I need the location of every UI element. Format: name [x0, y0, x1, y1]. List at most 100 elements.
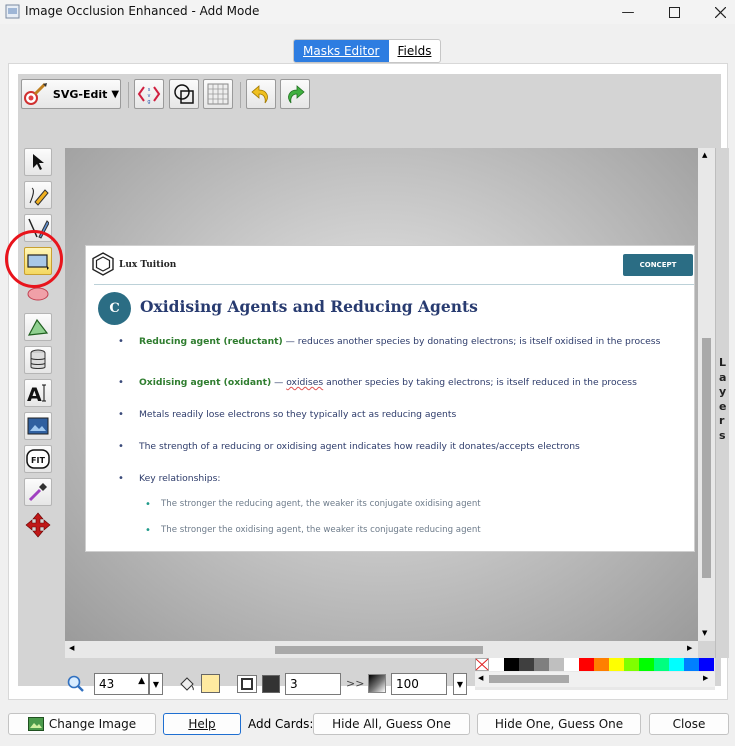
undo-button[interactable] [246, 79, 276, 109]
app-icon [5, 4, 20, 19]
freehand-tool[interactable] [24, 181, 52, 209]
no-color-icon[interactable] [475, 658, 489, 671]
pan-tool[interactable] [24, 511, 52, 539]
chevron-down-icon: ▼ [456, 679, 464, 689]
zoom-value: 43 [99, 677, 115, 691]
source-button[interactable]: s v g [134, 79, 164, 109]
palette-swatch[interactable] [579, 658, 594, 671]
double-chevron-icon[interactable]: >> [346, 677, 364, 690]
palette-scrollbar[interactable]: ◀ ▶ [475, 672, 715, 687]
palette-swatch[interactable] [624, 658, 639, 671]
redo-button[interactable] [280, 79, 310, 109]
arrow-cursor-icon [33, 154, 44, 170]
vertical-scrollbar[interactable]: ▲ ▼ [698, 148, 715, 641]
svg-edit-menu-button[interactable]: SVG-Edit ▼ [21, 79, 121, 109]
palette-swatch[interactable] [684, 658, 699, 671]
zoom-icon [67, 675, 84, 692]
change-image-button[interactable]: Change Image [8, 713, 156, 735]
palette-swatch[interactable] [504, 658, 519, 671]
help-button[interactable]: Help [163, 713, 241, 735]
path-tool[interactable] [24, 313, 52, 341]
close-button[interactable]: Close [649, 713, 729, 735]
horizontal-scrollbar[interactable]: ◀ ▶ [65, 641, 698, 658]
scroll-down-icon[interactable]: ▼ [702, 629, 707, 637]
toolbar-divider [128, 82, 129, 108]
list-item: The strength of a reducing or oxidising … [118, 440, 684, 454]
close-label: Close [672, 717, 706, 731]
chevron-down-icon: ▼ [152, 679, 160, 689]
tab-label: Masks Editor [303, 44, 380, 58]
scroll-right-icon[interactable]: ▶ [687, 644, 692, 652]
hide-one-label: Hide One, Guess One [494, 717, 624, 731]
palette-swatch[interactable] [564, 658, 579, 671]
grid-button[interactable] [203, 79, 233, 109]
vertical-scroll-thumb[interactable] [702, 338, 711, 578]
canvas[interactable]: Lux Tuition CONCEPT C Oxidising Agents a… [65, 148, 698, 641]
tab-masks-editor[interactable]: Masks Editor [294, 40, 389, 62]
minimize-icon: — [621, 4, 635, 20]
stroke-style-button[interactable] [237, 675, 257, 693]
stroke-color-swatch[interactable] [262, 675, 280, 693]
list-item: Metals readily lose electrons so they ty… [118, 408, 684, 422]
hexagon-logo-icon [92, 252, 114, 276]
palette-swatch[interactable] [699, 658, 714, 671]
scroll-left-icon[interactable]: ◀ [69, 644, 74, 652]
palette-scroll-thumb[interactable] [489, 675, 569, 683]
text-cursor-icon: A [27, 384, 46, 404]
palette-swatch[interactable] [534, 658, 549, 671]
image-tool[interactable] [24, 412, 52, 440]
close-window-button[interactable] [697, 0, 735, 24]
palette-swatch[interactable] [594, 658, 609, 671]
chevron-down-icon: ▼ [111, 88, 120, 100]
palette-swatch[interactable] [549, 658, 564, 671]
stroke-width-value: 3 [290, 677, 298, 691]
palette-swatch[interactable] [609, 658, 624, 671]
shape-library-tool[interactable] [24, 346, 52, 374]
palette-swatch[interactable] [489, 658, 504, 671]
palette-swatch[interactable] [519, 658, 534, 671]
image-icon [27, 417, 49, 435]
fit-icon: FIT [26, 449, 50, 469]
scroll-left-icon[interactable]: ◀ [478, 674, 483, 682]
palette-swatch[interactable] [654, 658, 669, 671]
database-icon [30, 349, 46, 369]
add-cards-label: Add Cards: [248, 717, 314, 731]
opacity-value: 100 [396, 677, 419, 691]
layers-panel-toggle[interactable]: Layers [715, 148, 729, 658]
grid-icon [207, 83, 229, 105]
horizontal-scroll-thumb[interactable] [275, 646, 483, 654]
definition: — reduces another species by donating el… [282, 336, 661, 347]
main-panel: SVG-Edit ▼ s v g A FIT Lux Tuition CONCE… [8, 63, 729, 700]
eyedropper-tool[interactable] [24, 478, 52, 506]
paintbrush-logo-icon [23, 82, 47, 105]
scroll-right-icon[interactable]: ▶ [703, 674, 708, 682]
hide-all-guess-one-button[interactable]: Hide All, Guess One [313, 713, 470, 735]
text-tool[interactable]: A [24, 379, 52, 407]
brand-name: Lux Tuition [119, 260, 177, 270]
maximize-button[interactable] [651, 0, 697, 24]
minimize-button[interactable]: — [605, 0, 651, 24]
wireframe-button[interactable] [169, 79, 199, 109]
opacity-dropdown[interactable]: ▼ [453, 673, 467, 695]
definition: another species by taking electrons; is … [323, 377, 637, 388]
tab-fields[interactable]: Fields [389, 40, 441, 62]
stroke-width-input[interactable]: 3 [285, 673, 341, 695]
close-icon [714, 6, 726, 18]
zoom-input[interactable]: 43 ▲ [94, 673, 149, 695]
select-tool[interactable] [24, 148, 52, 176]
spinner-icon: ▲ [138, 676, 145, 686]
zoom-dropdown[interactable]: ▼ [149, 673, 163, 695]
redo-icon [288, 85, 305, 104]
fill-color-swatch[interactable] [201, 674, 220, 693]
palette-swatch[interactable] [639, 658, 654, 671]
opacity-input[interactable]: 100 [391, 673, 447, 695]
divider [94, 284, 694, 285]
palette-swatch[interactable] [669, 658, 684, 671]
undo-icon [251, 85, 268, 104]
scroll-up-icon[interactable]: ▲ [702, 151, 707, 159]
stroke-square-icon [241, 678, 253, 690]
zoom-fit-tool[interactable]: FIT [24, 445, 52, 473]
hide-one-guess-one-button[interactable]: Hide One, Guess One [477, 713, 641, 735]
svg-text:g: g [147, 99, 150, 105]
definition: — [271, 377, 287, 388]
